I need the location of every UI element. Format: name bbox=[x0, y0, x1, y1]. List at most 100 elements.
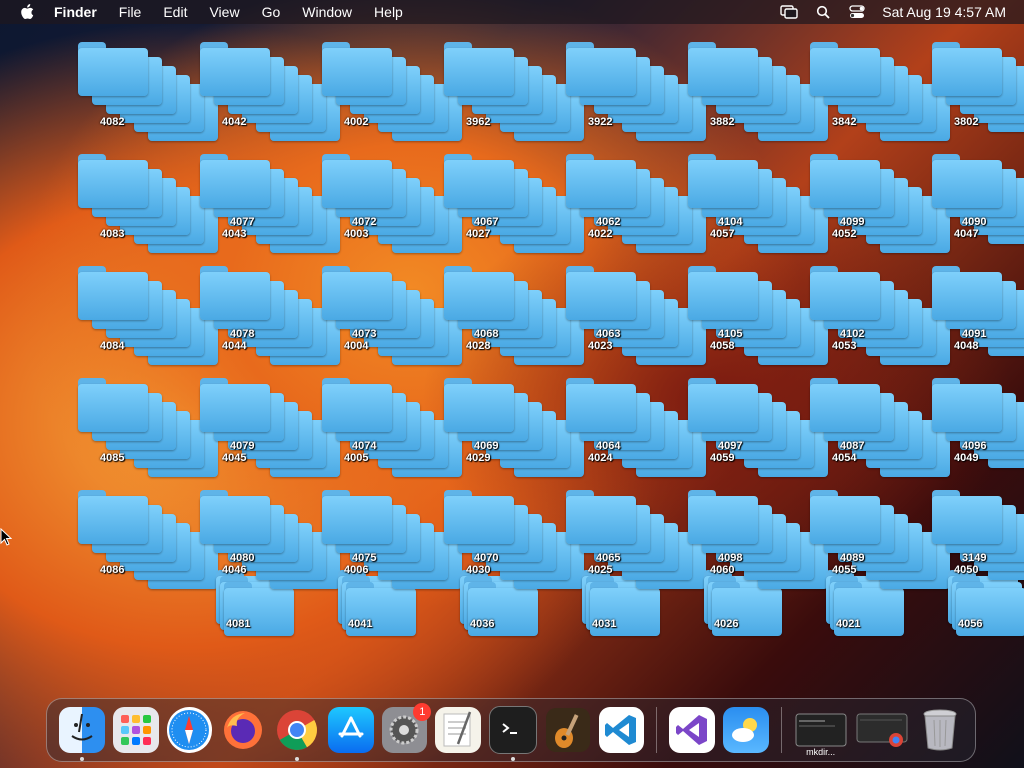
folder-label[interactable]: 4099 bbox=[840, 216, 864, 228]
folder-label[interactable]: 4053 bbox=[832, 340, 856, 352]
folder-label[interactable]: 4073 bbox=[352, 328, 376, 340]
folder-icon[interactable] bbox=[688, 266, 758, 320]
folder-label[interactable]: 4090 bbox=[962, 216, 986, 228]
dock-garageband[interactable] bbox=[545, 707, 591, 753]
screen-mirroring-icon[interactable] bbox=[780, 4, 798, 20]
folder-label[interactable]: 4060 bbox=[710, 564, 734, 576]
folder-label[interactable]: 3922 bbox=[588, 116, 612, 128]
folder-label[interactable]: 4056 bbox=[958, 618, 982, 630]
folder-label[interactable]: 4091 bbox=[962, 328, 986, 340]
folder-label[interactable]: 4097 bbox=[718, 440, 742, 452]
folder-icon[interactable] bbox=[932, 266, 1002, 320]
folder-label[interactable]: 4062 bbox=[596, 216, 620, 228]
apple-menu-icon[interactable] bbox=[18, 3, 36, 21]
folder-label[interactable]: 4079 bbox=[230, 440, 254, 452]
folder-label[interactable]: 4054 bbox=[832, 452, 856, 464]
folder-label[interactable]: 3962 bbox=[466, 116, 490, 128]
dock-safari[interactable] bbox=[166, 707, 213, 753]
folder-label[interactable]: 4078 bbox=[230, 328, 254, 340]
folder-icon[interactable] bbox=[78, 490, 148, 544]
folder-icon[interactable] bbox=[444, 154, 514, 208]
folder-icon[interactable] bbox=[200, 490, 270, 544]
dock-trash[interactable] bbox=[917, 707, 963, 753]
menu-window[interactable]: Window bbox=[302, 4, 352, 20]
folder-label[interactable]: 4096 bbox=[962, 440, 986, 452]
folder-icon[interactable] bbox=[200, 266, 270, 320]
dock-app-store[interactable] bbox=[327, 707, 374, 753]
folder-label[interactable]: 4082 bbox=[100, 116, 124, 128]
folder-label[interactable]: 4072 bbox=[352, 216, 376, 228]
folder-label[interactable]: 4059 bbox=[710, 452, 734, 464]
folder-label[interactable]: 4004 bbox=[344, 340, 368, 352]
folder-label[interactable]: 4065 bbox=[596, 552, 620, 564]
folder-label[interactable]: 4104 bbox=[718, 216, 742, 228]
folder-label[interactable]: 4084 bbox=[100, 340, 124, 352]
spotlight-search-icon[interactable] bbox=[814, 4, 832, 20]
folder-icon[interactable] bbox=[78, 378, 148, 432]
folder-label[interactable]: 3882 bbox=[710, 116, 734, 128]
folder-label[interactable]: 4075 bbox=[352, 552, 376, 564]
folder-label[interactable]: 4041 bbox=[348, 618, 372, 630]
folder-label[interactable]: 4042 bbox=[222, 116, 246, 128]
dock-visual-studio[interactable] bbox=[669, 707, 715, 753]
folder-label[interactable]: 4002 bbox=[344, 116, 368, 128]
folder-label[interactable]: 4052 bbox=[832, 228, 856, 240]
folder-icon[interactable] bbox=[444, 378, 514, 432]
dock-recent-mkdir-window[interactable]: mkdir... bbox=[794, 707, 848, 757]
folder-label[interactable]: 4031 bbox=[592, 618, 616, 630]
folder-label[interactable]: 3149 bbox=[962, 552, 986, 564]
menu-file[interactable]: File bbox=[119, 4, 142, 20]
folder-icon[interactable] bbox=[78, 154, 148, 208]
app-menu-finder[interactable]: Finder bbox=[54, 4, 97, 20]
folder-icon[interactable] bbox=[932, 154, 1002, 208]
menu-view[interactable]: View bbox=[209, 4, 239, 20]
folder-label[interactable]: 4083 bbox=[100, 228, 124, 240]
folder-label[interactable]: 4080 bbox=[230, 552, 254, 564]
folder-label[interactable]: 4044 bbox=[222, 340, 246, 352]
folder-label[interactable]: 4067 bbox=[474, 216, 498, 228]
folder-label[interactable]: 4064 bbox=[596, 440, 620, 452]
folder-label[interactable]: 4058 bbox=[710, 340, 734, 352]
folder-icon[interactable] bbox=[78, 266, 148, 320]
folder-label[interactable]: 4030 bbox=[466, 564, 490, 576]
folder-label[interactable]: 4025 bbox=[588, 564, 612, 576]
folder-icon[interactable] bbox=[444, 266, 514, 320]
folder-label[interactable]: 4006 bbox=[344, 564, 368, 576]
folder-label[interactable]: 4098 bbox=[718, 552, 742, 564]
folder-icon[interactable] bbox=[444, 490, 514, 544]
folder-label[interactable]: 4022 bbox=[588, 228, 612, 240]
folder-label[interactable]: 4027 bbox=[466, 228, 490, 240]
folder-icon[interactable] bbox=[688, 490, 758, 544]
folder-icon[interactable] bbox=[200, 154, 270, 208]
folder-label[interactable]: 4057 bbox=[710, 228, 734, 240]
dock-finder[interactable] bbox=[59, 707, 105, 761]
folder-icon[interactable] bbox=[200, 42, 270, 96]
folder-label[interactable]: 4069 bbox=[474, 440, 498, 452]
dock-textedit[interactable] bbox=[435, 707, 481, 753]
folder-label[interactable]: 4021 bbox=[836, 618, 860, 630]
folder-icon[interactable] bbox=[322, 490, 392, 544]
dock-chrome[interactable] bbox=[274, 707, 320, 761]
folder-label[interactable]: 4068 bbox=[474, 328, 498, 340]
folder-icon[interactable] bbox=[566, 378, 636, 432]
folder-icon[interactable] bbox=[322, 42, 392, 96]
folder-icon[interactable] bbox=[200, 378, 270, 432]
menu-help[interactable]: Help bbox=[374, 4, 403, 20]
folder-label[interactable]: 4026 bbox=[714, 618, 738, 630]
folder-icon[interactable] bbox=[444, 42, 514, 96]
folder-label[interactable]: 4070 bbox=[474, 552, 498, 564]
folder-label[interactable]: 4046 bbox=[222, 564, 246, 576]
folder-icon[interactable] bbox=[932, 378, 1002, 432]
folder-icon[interactable] bbox=[688, 378, 758, 432]
folder-label[interactable]: 4055 bbox=[832, 564, 856, 576]
dock-system-settings[interactable]: 1 bbox=[381, 703, 432, 753]
folder-label[interactable]: 4045 bbox=[222, 452, 246, 464]
folder-label[interactable]: 4105 bbox=[718, 328, 742, 340]
menubar-clock[interactable]: Sat Aug 19 4:57 AM bbox=[882, 4, 1006, 20]
menu-go[interactable]: Go bbox=[262, 4, 281, 20]
folder-label[interactable]: 4085 bbox=[100, 452, 124, 464]
folder-label[interactable]: 4043 bbox=[222, 228, 246, 240]
menu-edit[interactable]: Edit bbox=[163, 4, 187, 20]
folder-label[interactable]: 4005 bbox=[344, 452, 368, 464]
folder-icon[interactable] bbox=[810, 378, 880, 432]
